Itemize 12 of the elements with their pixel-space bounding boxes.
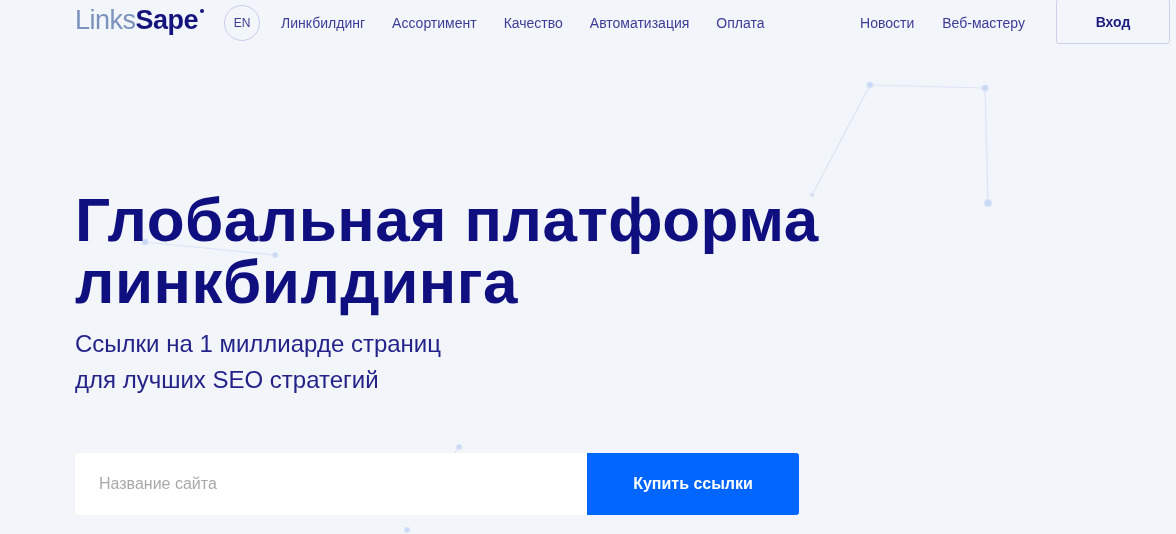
nav-link[interactable]: Автоматизация — [589, 15, 690, 31]
nav-link[interactable]: Линкбилдинг — [281, 15, 366, 31]
login-button[interactable]: Вход — [1056, 0, 1170, 44]
nav-link[interactable]: Оплата — [716, 15, 765, 31]
nav-link[interactable]: Новости — [860, 15, 915, 31]
hero-subtitle: Ссылки на 1 миллиарде страниц для лучших SEO стратегий — [75, 329, 443, 395]
nav-link[interactable]: Ассортимент — [392, 15, 477, 31]
site-name-field[interactable]: Название сайта — [75, 453, 587, 515]
nav-link[interactable]: Веб-мастеру — [942, 15, 1025, 31]
logo[interactable]: LinksSape — [75, 4, 205, 36]
buy-links-button[interactable]: Купить ссылки — [587, 453, 799, 515]
nav-link[interactable]: Качество — [503, 15, 563, 31]
